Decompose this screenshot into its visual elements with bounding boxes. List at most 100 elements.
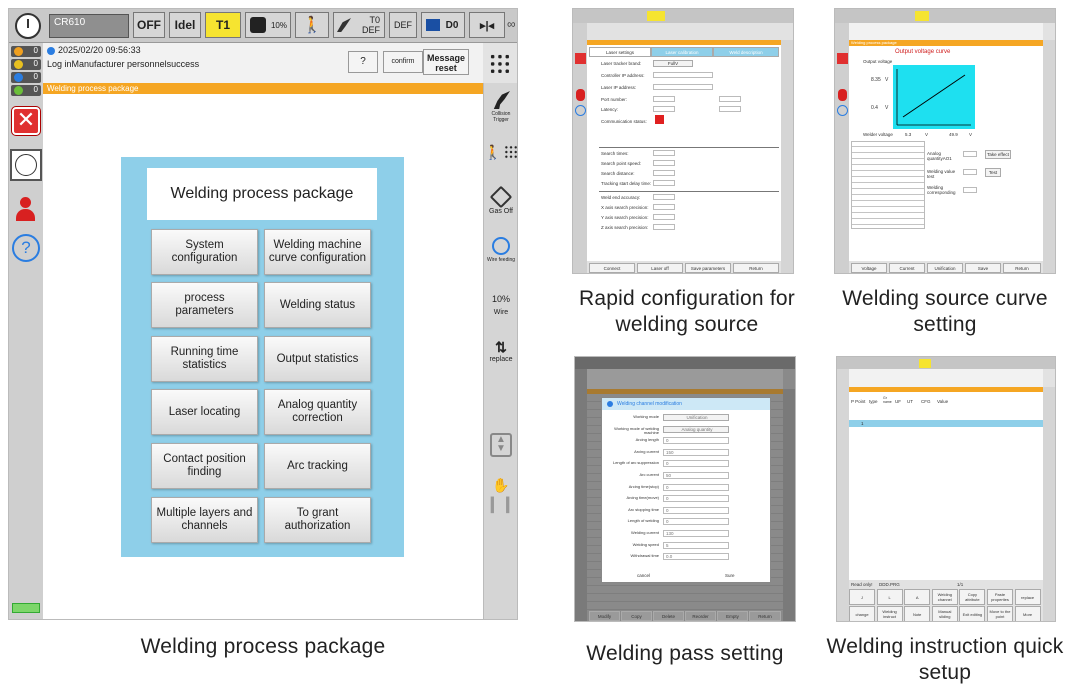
instr-button-buttons1-5[interactable]: Paste properties [987,589,1013,605]
def-status[interactable]: DEF [389,12,417,38]
search-distance-field[interactable] [653,170,675,176]
current-button[interactable]: Current [889,263,925,273]
pass-row-field[interactable]: 0 [663,460,729,468]
test-value-field[interactable] [963,169,977,175]
close-button[interactable]: ✕ [12,107,40,135]
thumb-user-icon[interactable] [576,89,585,101]
instr-button-buttons2-1[interactable]: Welding instruct [876,606,903,621]
process-parameters-button[interactable]: process parameters [151,282,258,328]
d0-status[interactable]: D0 [421,12,465,38]
multiple-layers-button[interactable]: Multiple layers and channels [151,497,258,543]
laser-ip-field[interactable] [653,84,713,90]
voltage-button[interactable]: Voltage [851,263,887,273]
welding-machine-curve-button[interactable]: Welding machine curve configuration [264,229,371,275]
search-times-field[interactable] [653,150,675,156]
instr-button-buttons1-6[interactable]: replace [1014,589,1041,605]
x-precision-field[interactable] [653,204,675,210]
pass-row-field[interactable]: 0 [663,437,729,445]
instr-button-buttons2-2[interactable]: Note [904,606,931,621]
contact-position-finding-button[interactable]: Contact position finding [151,443,258,489]
instr-button-buttons1-1[interactable]: L [876,589,903,605]
gas-off-button[interactable]: Gas Off [484,185,517,223]
take-effect-button[interactable]: Take effect [985,150,1011,159]
thumb-close-icon[interactable] [575,53,586,64]
replace-button[interactable]: ⇅ replace [484,339,517,373]
thumb-help-icon[interactable] [837,105,848,116]
connect-button[interactable]: Connect [589,263,635,273]
return-button[interactable]: Return [749,611,781,621]
welding-status-button[interactable]: Welding status [264,282,371,328]
warning-counter[interactable]: 0 [11,46,41,57]
scroll-toggle-button[interactable]: ▲ ▼ [490,433,512,457]
grant-authorization-button[interactable]: To grant authorization [264,497,371,543]
thumb-close-icon[interactable] [837,53,848,64]
sure-button[interactable]: Sure [725,573,735,578]
running-time-statistics-button[interactable]: Running time statistics [151,336,258,382]
unification-button[interactable]: Unification [927,263,963,273]
return-button[interactable]: Return [733,263,779,273]
pass-row-field[interactable]: 50 [663,472,729,479]
port-field[interactable] [653,96,675,102]
z-precision-field[interactable] [653,224,675,230]
tab-laser-calibration[interactable]: Laser calibration [651,47,713,57]
thumb-help-icon[interactable] [575,105,586,116]
copy-button[interactable]: Copy [621,611,652,621]
cancel-button[interactable]: cancel [637,573,650,578]
controller-ip-field[interactable] [653,72,713,78]
laser-off-button[interactable]: Laser off [637,263,683,273]
walk-mode-status[interactable]: 🚶 [295,12,329,38]
idle-status[interactable]: Idel [169,12,201,38]
reorder-button[interactable]: Reorder [685,611,716,621]
latency-field[interactable] [653,106,675,112]
pass-row-select[interactable]: Analog quantity [663,425,729,433]
test-button[interactable]: Test [985,168,1001,177]
pass-row-select[interactable]: Unification [663,414,729,421]
analog-quantity-field[interactable] [963,151,977,157]
pass-row-field[interactable]: 130 [663,530,729,537]
instr-button-buttons2-4[interactable]: Exit editing [959,606,986,621]
step-mode-status[interactable]: ▸|◂ [469,12,505,38]
return-button[interactable]: Return [1003,263,1041,273]
power-off-status[interactable]: OFF [133,12,165,38]
pass-row-field[interactable]: 0 [663,506,729,514]
instr-button-buttons2-0[interactable]: change [849,606,875,621]
pass-row-field[interactable]: 0 [663,495,729,503]
pass-row-field[interactable]: 150 [663,448,729,456]
t1-mode-status[interactable]: T1 [205,12,241,38]
info-counter[interactable]: 0 [11,72,41,83]
instr-button-buttons1-2[interactable]: A [904,589,931,605]
delete-button[interactable]: Delete [653,611,684,621]
connection-timeout-field[interactable] [719,96,741,102]
pass-row-field[interactable]: 0.0 [663,553,729,561]
instr-button-buttons1-0[interactable]: J [849,589,875,605]
empty-button[interactable]: Empty [717,611,748,621]
tab-laser-settings[interactable]: Laser settings [589,47,651,57]
clock-button[interactable] [10,149,42,181]
wire-feeding-button[interactable]: Wire feeding [484,237,517,271]
weld-end-field[interactable] [653,194,675,200]
laser-locating-button[interactable]: Laser locating [151,389,258,435]
walk-grid-button[interactable]: 🚶 [484,141,517,163]
arc-tracking-button[interactable]: Arc tracking [264,443,371,489]
rw-timeout-field[interactable] [719,106,741,112]
tool-status[interactable]: T0 DEF [333,12,385,38]
analog-quantity-correction-button[interactable]: Analog quantity correction [264,389,371,435]
help-icon[interactable]: ? [12,234,40,262]
pause-button[interactable]: ✋ ❙❙ [484,477,517,527]
instr-button-buttons2-3[interactable]: Manual sliding [931,606,958,621]
instr-button-buttons2-5[interactable]: Move to the point [987,606,1013,621]
output-statistics-button[interactable]: Output statistics [264,336,371,382]
tracking-delay-field[interactable] [653,180,675,186]
error-counter[interactable]: 0 [11,59,41,70]
tab-weld-description[interactable]: Weld description [713,47,779,57]
brand-select[interactable]: FullV [653,60,693,67]
instr-button-buttons1-3[interactable]: Welding channel [931,589,958,605]
speed-status[interactable]: 10% [245,12,291,38]
message-reset-button[interactable]: Message reset [423,49,469,75]
instruction-row-selected[interactable] [849,420,1043,427]
search-speed-field[interactable] [653,160,675,166]
confirm-button[interactable]: confirm [383,51,423,73]
other-counter[interactable]: 0 [11,85,41,96]
y-precision-field[interactable] [653,214,675,220]
instr-button-buttons2-6[interactable]: More [1014,606,1041,621]
